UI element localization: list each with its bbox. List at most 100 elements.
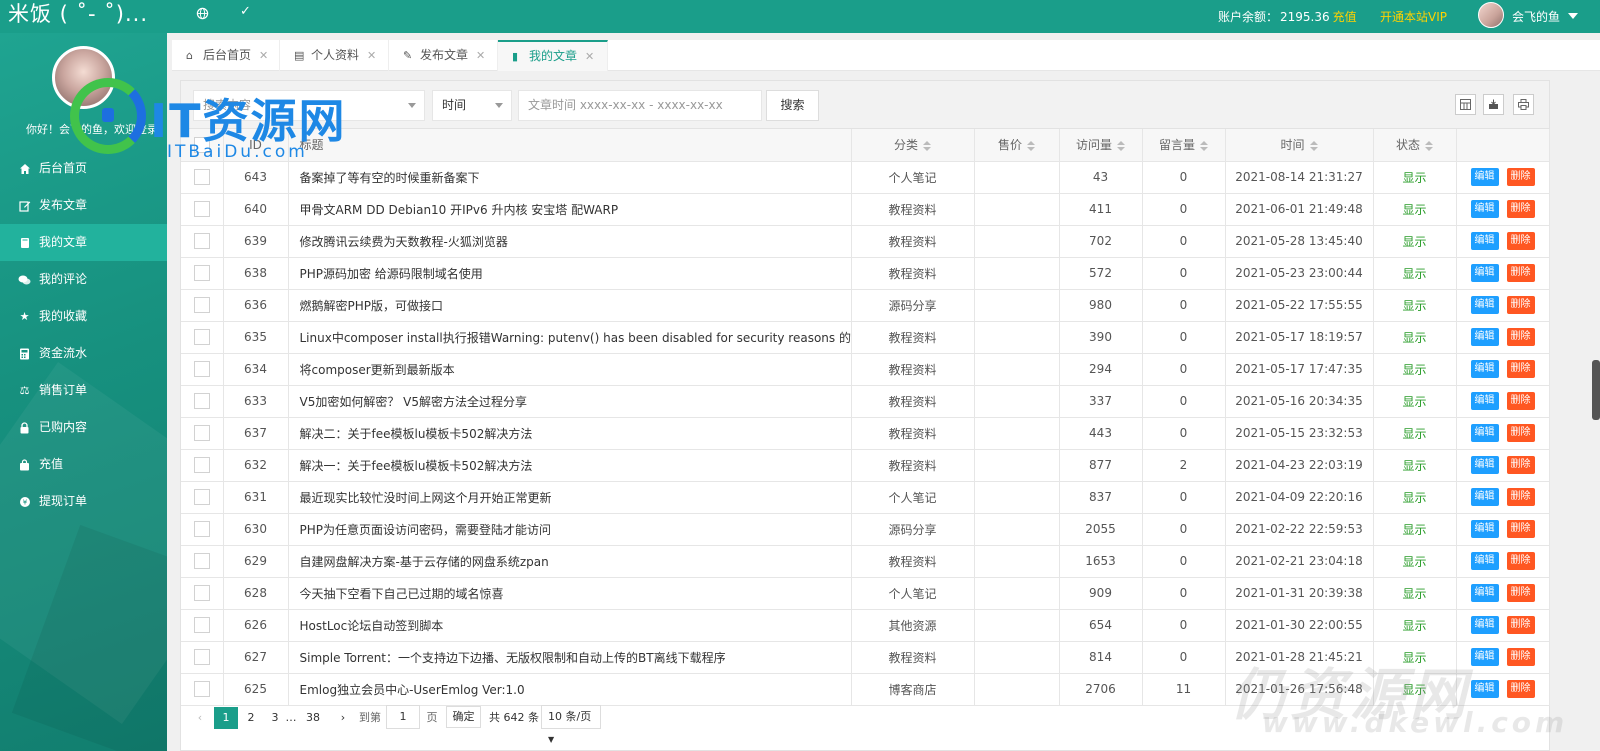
globe-icon[interactable]	[196, 7, 209, 20]
page-scrollbar[interactable]	[1592, 360, 1600, 420]
cell-title[interactable]: V5加密如何解密？ V5解密方法全过程分享	[288, 385, 852, 418]
delete-button[interactable]: 删除	[1506, 232, 1535, 250]
table-row[interactable]: 634 将composer更新到最新版本 教程资料 294 0 2021-05-17 17…	[181, 353, 1550, 386]
row-checkbox[interactable]	[193, 425, 210, 441]
edit-button[interactable]: 编辑	[1470, 616, 1499, 634]
recharge-link[interactable]: 充值	[1333, 10, 1357, 24]
caret-down-icon[interactable]	[1568, 13, 1578, 19]
date-range-input[interactable]: 文章时间 xxxx-xx-xx - xxxx-xx-xx	[518, 90, 762, 121]
sidebar-item-comments[interactable]: 我的评论	[0, 261, 167, 298]
cell-title[interactable]: HostLoc论坛自动签到脚本	[288, 609, 852, 642]
check-icon[interactable]: ✓	[240, 4, 251, 19]
columns-icon[interactable]	[1455, 94, 1476, 115]
row-checkbox[interactable]	[193, 393, 210, 409]
close-icon[interactable]: ✕	[259, 41, 268, 71]
close-icon[interactable]: ✕	[367, 41, 376, 71]
next-page-icon[interactable]: ›	[336, 707, 350, 729]
edit-button[interactable]: 编辑	[1470, 648, 1499, 666]
time-select[interactable]: 时间	[432, 90, 512, 121]
delete-button[interactable]: 删除	[1506, 424, 1535, 442]
delete-button[interactable]: 删除	[1506, 328, 1535, 346]
tab-my-articles[interactable]: ▮ 我的文章 ✕	[498, 40, 608, 71]
sidebar-item-recharge[interactable]: 充值	[0, 446, 167, 483]
sidebar-item-favorites[interactable]: ★ 我的收藏	[0, 298, 167, 335]
sidebar-item-my-articles[interactable]: 我的文章	[0, 224, 167, 261]
column-header-time[interactable]: 时间	[1225, 129, 1374, 162]
table-row[interactable]: 631 最近现实比较忙没时间上网这个月开始正常更新 个人笔记 837 0 2021-04-…	[181, 481, 1550, 514]
row-checkbox[interactable]	[193, 201, 210, 217]
edit-button[interactable]: 编辑	[1470, 328, 1499, 346]
edit-button[interactable]: 编辑	[1470, 552, 1499, 570]
column-header-comments[interactable]: 留言量	[1142, 129, 1226, 162]
print-icon[interactable]	[1513, 94, 1534, 115]
row-checkbox[interactable]	[193, 681, 210, 697]
table-row[interactable]: 633 V5加密如何解密？ V5解密方法全过程分享 教程资料 337 0 2021-05-…	[181, 385, 1550, 418]
row-checkbox[interactable]	[193, 297, 210, 313]
table-row[interactable]: 628 今天抽下空看下自己已过期的域名惊喜 个人笔记 909 0 2021-01-31 2…	[181, 577, 1550, 610]
page-2[interactable]: 2	[242, 707, 260, 729]
cell-title[interactable]: 解决二：关于fee模板lu模板卡502解决方法	[288, 417, 852, 450]
goto-page-input[interactable]: 1	[386, 705, 420, 729]
sidebar-item-fund-flow[interactable]: 资金流水	[0, 335, 167, 372]
cell-title[interactable]: 今天抽下空看下自己已过期的域名惊喜	[288, 577, 852, 610]
column-header-price[interactable]: 售价	[974, 129, 1060, 162]
row-checkbox[interactable]	[193, 457, 210, 473]
delete-button[interactable]: 删除	[1506, 168, 1535, 186]
tab-profile[interactable]: ▤ 个人资料 ✕	[280, 40, 389, 71]
row-checkbox[interactable]	[193, 617, 210, 633]
sidebar-item-withdraw-orders[interactable]: ¥ 提现订单	[0, 483, 167, 520]
sort-icon[interactable]	[1200, 140, 1208, 151]
close-icon[interactable]: ✕	[476, 41, 485, 71]
row-checkbox[interactable]	[193, 649, 210, 665]
table-row[interactable]: 635 Linux中composer install执行报错Warning: pu…	[181, 321, 1550, 354]
page-1[interactable]: 1	[214, 707, 238, 729]
row-checkbox[interactable]	[193, 585, 210, 601]
edit-button[interactable]: 编辑	[1470, 424, 1499, 442]
cell-title[interactable]: 修改腾讯云续费为天数教程-火狐浏览器	[288, 225, 852, 258]
delete-button[interactable]: 删除	[1506, 520, 1535, 538]
cell-title[interactable]: 将composer更新到最新版本	[288, 353, 852, 386]
table-row[interactable]: 643 备案掉了等有空的时候重新备案下 个人笔记 43 0 2021-08-14 21:3…	[181, 161, 1550, 194]
row-checkbox[interactable]	[193, 329, 210, 345]
sidebar-item-publish[interactable]: 发布文章	[0, 187, 167, 224]
cell-title[interactable]: PHP源码加密 给源码限制域名使用	[288, 257, 852, 290]
cell-title[interactable]: Simple Torrent：一个支持边下边播、无版权限制和自动上传的BT离线下…	[288, 641, 852, 674]
per-page-select[interactable]: 10 条/页 ▼	[541, 705, 601, 744]
cell-title[interactable]: 最近现实比较忙没时间上网这个月开始正常更新	[288, 481, 852, 514]
cell-title[interactable]: 备案掉了等有空的时候重新备案下	[288, 161, 852, 194]
cell-title[interactable]: 解决一：关于fee模板lu模板卡502解决方法	[288, 449, 852, 482]
table-row[interactable]: 639 修改腾讯云续费为天数教程-火狐浏览器 教程资料 702 0 2021-05-28 …	[181, 225, 1550, 258]
edit-button[interactable]: 编辑	[1470, 456, 1499, 474]
delete-button[interactable]: 删除	[1506, 680, 1535, 698]
sort-icon[interactable]	[923, 140, 931, 151]
delete-button[interactable]: 删除	[1506, 200, 1535, 218]
edit-button[interactable]: 编辑	[1470, 392, 1499, 410]
delete-button[interactable]: 删除	[1506, 360, 1535, 378]
tab-dashboard[interactable]: ⌂ 后台首页 ✕	[172, 40, 280, 71]
column-header-status[interactable]: 状态	[1373, 129, 1457, 162]
row-checkbox[interactable]	[193, 265, 210, 281]
edit-button[interactable]: 编辑	[1470, 200, 1499, 218]
cell-title[interactable]: 甲骨文ARM DD Debian10 开IPv6 升内核 安宝塔 配WARP	[288, 193, 852, 226]
delete-button[interactable]: 删除	[1506, 264, 1535, 282]
table-row[interactable]: 640 甲骨文ARM DD Debian10 开IPv6 升内核 安宝塔 配WAR…	[181, 193, 1550, 226]
delete-button[interactable]: 删除	[1506, 552, 1535, 570]
row-checkbox[interactable]	[193, 169, 210, 185]
table-row[interactable]: 638 PHP源码加密 给源码限制域名使用 教程资料 572 0 2021-05-23 2…	[181, 257, 1550, 290]
prev-page-icon[interactable]: ‹	[193, 707, 207, 729]
delete-button[interactable]: 删除	[1506, 488, 1535, 506]
table-row[interactable]: 630 PHP为任意页面设访问密码，需要登陆才能访问 源码分享 2055 0 2021-0…	[181, 513, 1550, 546]
username[interactable]: 会飞的鱼	[1512, 8, 1560, 25]
page-3[interactable]: 3	[266, 707, 284, 729]
goto-confirm-button[interactable]: 确定	[446, 706, 481, 728]
delete-button[interactable]: 删除	[1506, 392, 1535, 410]
page-38[interactable]: 38	[302, 707, 324, 729]
table-row[interactable]: 629 自建网盘解决方案-基于云存储的网盘系统zpan 教程资料 1653 0 2021-…	[181, 545, 1550, 578]
edit-button[interactable]: 编辑	[1470, 296, 1499, 314]
edit-button[interactable]: 编辑	[1470, 264, 1499, 282]
sidebar-item-purchased[interactable]: 已购内容	[0, 409, 167, 446]
vip-link[interactable]: 开通本站VIP	[1380, 8, 1447, 25]
row-checkbox[interactable]	[193, 233, 210, 249]
edit-button[interactable]: 编辑	[1470, 520, 1499, 538]
cell-title[interactable]: 燃鹅解密PHP版，可做接口	[288, 289, 852, 322]
